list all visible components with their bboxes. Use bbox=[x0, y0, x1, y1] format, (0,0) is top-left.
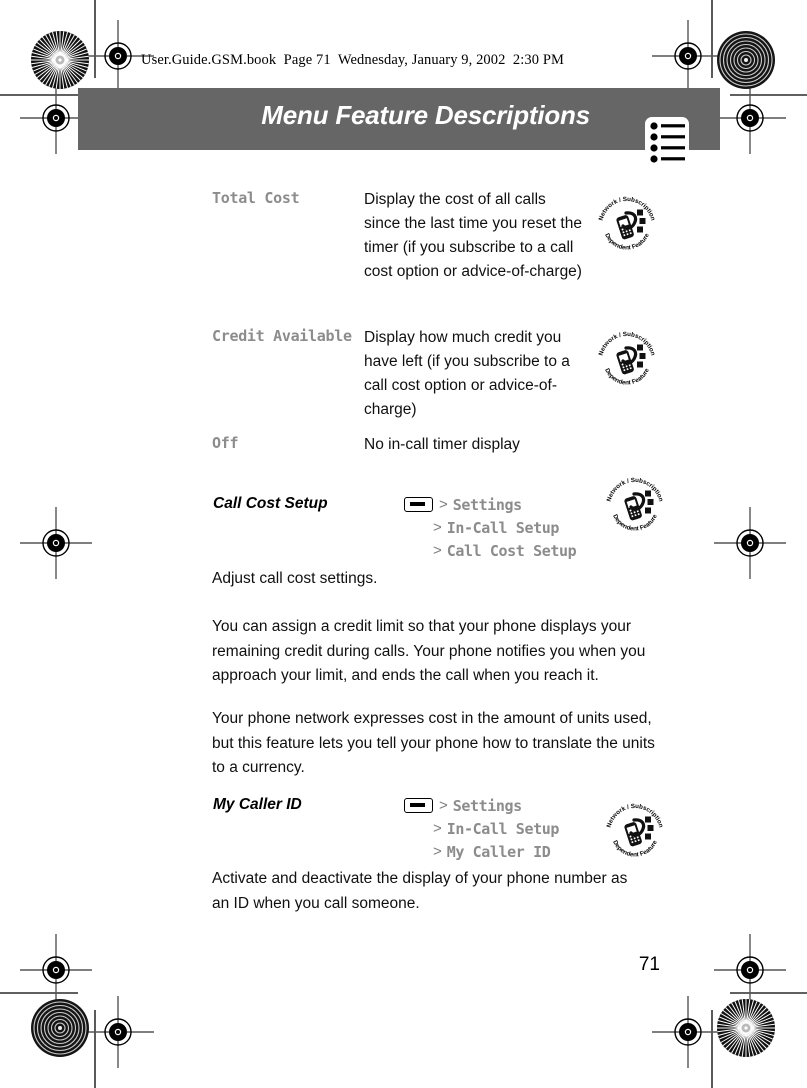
menu-path-item-my-caller-id: My Caller ID bbox=[446, 842, 551, 861]
menu-path-separator: > bbox=[433, 820, 442, 837]
menu-path-separator: > bbox=[433, 519, 442, 536]
feature-paragraph: Adjust call cost settings. bbox=[212, 570, 378, 587]
menu-path-my-caller-id: > Settings > In-Call Setup > My Caller I… bbox=[404, 794, 559, 863]
menu-path-row: > In-Call Setup bbox=[404, 516, 576, 539]
option-term-total-cost: Total Cost bbox=[212, 189, 300, 207]
feature-name-my-caller-id: My Caller ID bbox=[213, 796, 302, 813]
menu-path-row: > In-Call Setup bbox=[404, 817, 559, 840]
feature-name-call-cost-setup: Call Cost Setup bbox=[213, 495, 328, 512]
menu-path-item-settings: Settings bbox=[452, 495, 522, 514]
page-number: 71 bbox=[638, 954, 660, 975]
menu-path-item-call-cost-setup: Call Cost Setup bbox=[446, 541, 577, 560]
menu-path-separator: > bbox=[433, 843, 442, 860]
option-description-off: No in-call timer display bbox=[364, 436, 520, 453]
network-subscription-badge-icon: Network / Subscription Dependent Feature bbox=[604, 474, 666, 536]
menu-path-row: > Settings bbox=[404, 794, 559, 817]
feature-paragraph: You can assign a credit limit so that yo… bbox=[212, 618, 646, 684]
menu-path-row: > Settings bbox=[404, 493, 576, 516]
option-description-total-cost: Display the cost of all calls since the … bbox=[364, 191, 582, 280]
option-term-off: Off bbox=[212, 434, 239, 452]
menu-path-row: > Call Cost Setup bbox=[404, 539, 577, 562]
menu-path-separator: > bbox=[439, 496, 448, 513]
feature-paragraph: Activate and deactivate the display of y… bbox=[212, 870, 628, 912]
menu-path-item-in-call-setup: In-Call Setup bbox=[446, 819, 560, 838]
option-term-credit-available: Credit Available bbox=[212, 327, 352, 345]
menu-path-call-cost-setup: > Settings > In-Call Setup > Call Cost S… bbox=[404, 493, 577, 562]
menu-path-separator: > bbox=[439, 797, 448, 814]
menu-path-row: > My Caller ID bbox=[404, 840, 559, 863]
menu-path-item-settings: Settings bbox=[452, 796, 522, 815]
feature-paragraph: Your phone network expresses cost in the… bbox=[212, 710, 655, 776]
menu-key-icon bbox=[404, 497, 433, 512]
menu-key-icon bbox=[404, 798, 433, 813]
menu-path-item-in-call-setup: In-Call Setup bbox=[446, 518, 560, 537]
menu-path-separator: > bbox=[433, 542, 442, 559]
network-subscription-badge-icon: Network / Subscription Dependent Feature bbox=[604, 800, 666, 862]
network-subscription-badge-icon: Network / Subscription Dependent Feature bbox=[596, 328, 658, 390]
network-subscription-badge-icon: Network / Subscription Dependent Feature bbox=[596, 193, 658, 255]
option-description-credit-available: Display how much credit you have left (i… bbox=[364, 329, 570, 418]
